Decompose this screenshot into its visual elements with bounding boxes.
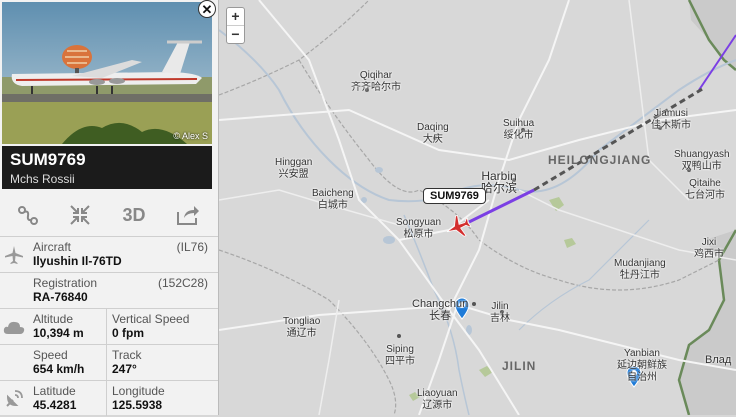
city-qiqihar: Qiqihar 齐齐哈尔市 [351, 70, 401, 93]
longitude-label: Longitude [112, 384, 165, 398]
close-button[interactable]: ✕ [198, 0, 216, 18]
radar-icon [0, 381, 28, 417]
vspeed-label: Vertical Speed [112, 312, 190, 326]
registration-code: (152C28) [157, 276, 208, 290]
position-row: Latitude 45.4281 Longitude 125.5938 [0, 380, 218, 417]
route-icon[interactable] [2, 196, 54, 234]
callsign: SUM9769 [10, 150, 86, 169]
registration-row: Registration RA-76840 (152C28) [0, 272, 218, 309]
altitude-row: Altitude 10,394 m Vertical Speed 0 fpm [0, 308, 218, 345]
aircraft-photo: © Alex S [2, 2, 212, 144]
zoom-in-button[interactable]: + [227, 8, 244, 25]
photo-credit: © Alex S [173, 131, 208, 141]
action-bar: 3D [0, 196, 218, 234]
aircraft-code: (IL76) [176, 240, 208, 254]
aircraft-label: Aircraft [33, 240, 72, 254]
city-siping: Siping 四平市 [385, 344, 415, 367]
registration-label: Registration [33, 276, 98, 290]
city-hinggan: Hinggan 兴安盟 [275, 157, 313, 180]
city-daqing: Daqing 大庆 [417, 122, 449, 145]
city-mudanjiang: Mudanjiang 牡丹江市 [614, 258, 666, 281]
speed-label: Speed [33, 348, 68, 362]
flight-info-panel: © Alex S ✕ SUM9769 Mchs Rossii 3D Aircra… [0, 0, 219, 417]
region-jilin: JILIN [502, 359, 537, 373]
region-heilongjiang: HEILONGJIANG [548, 153, 652, 167]
fit-view-icon[interactable] [54, 196, 106, 234]
zoom-control: + − [226, 7, 245, 44]
city-yanbian: Yanbian 延边朝鲜族自治州 [617, 348, 667, 383]
aircraft-row: Aircraft Ilyushin Il-76TD (IL76) [0, 236, 218, 273]
speed-row: Speed 654 km/h Track 247° [0, 344, 218, 381]
city-jilin: Jilin 吉林 [490, 301, 510, 324]
city-songyuan: Songyuan 松原市 [396, 217, 442, 240]
altitude-value: 10,394 m [33, 326, 84, 340]
longitude-value: 125.5938 [112, 398, 163, 412]
track-label: Track [112, 348, 142, 362]
city-shuangyashan: Shuangyash 双鸭山市 [674, 149, 730, 172]
flight-label-tag[interactable]: SUM9769 [423, 188, 486, 204]
city-tongliao: Tongliao 通辽市 [283, 316, 321, 339]
aircraft-value: Ilyushin Il-76TD [33, 254, 122, 268]
3d-view-button[interactable]: 3D [108, 196, 160, 234]
latitude-label: Latitude [33, 384, 76, 398]
airline-name: Mchs Rossii [10, 172, 75, 186]
share-icon[interactable] [162, 196, 214, 234]
city-baicheng: Baicheng 白城市 [312, 188, 354, 211]
city-harbin: Harbin 哈尔滨 [481, 169, 518, 195]
zoom-out-button[interactable]: − [227, 25, 244, 43]
city-jixi: Jixi 鸡西市 [694, 237, 724, 260]
vspeed-value: 0 fpm [112, 326, 145, 340]
plane-icon [0, 237, 28, 273]
city-jiamusi: Jiamusi 佳木斯市 [651, 108, 691, 131]
city-suihua: Suihua 绥化市 [503, 118, 535, 141]
flight-header: SUM9769 Mchs Rossii [2, 146, 212, 189]
map-view[interactable]: HEILONGJIANG JILIN Qiqihar 齐齐哈尔市 Suihua 绥化… [219, 0, 736, 415]
registration-value: RA-76840 [33, 290, 88, 304]
speed-value: 654 km/h [33, 362, 85, 376]
latitude-value: 45.4281 [33, 398, 77, 412]
column-divider [106, 308, 107, 416]
city-liaoyuan: Liaoyuan 辽源市 [417, 388, 458, 411]
altitude-label: Altitude [33, 312, 74, 326]
city-changchun: Changchun 长春 [412, 298, 469, 322]
city-qitaihe: Qitaihe 七台河市 [685, 178, 725, 201]
city-vladivostok: Влад [705, 354, 732, 366]
cloud-icon [0, 309, 28, 345]
track-value: 247° [112, 362, 137, 376]
